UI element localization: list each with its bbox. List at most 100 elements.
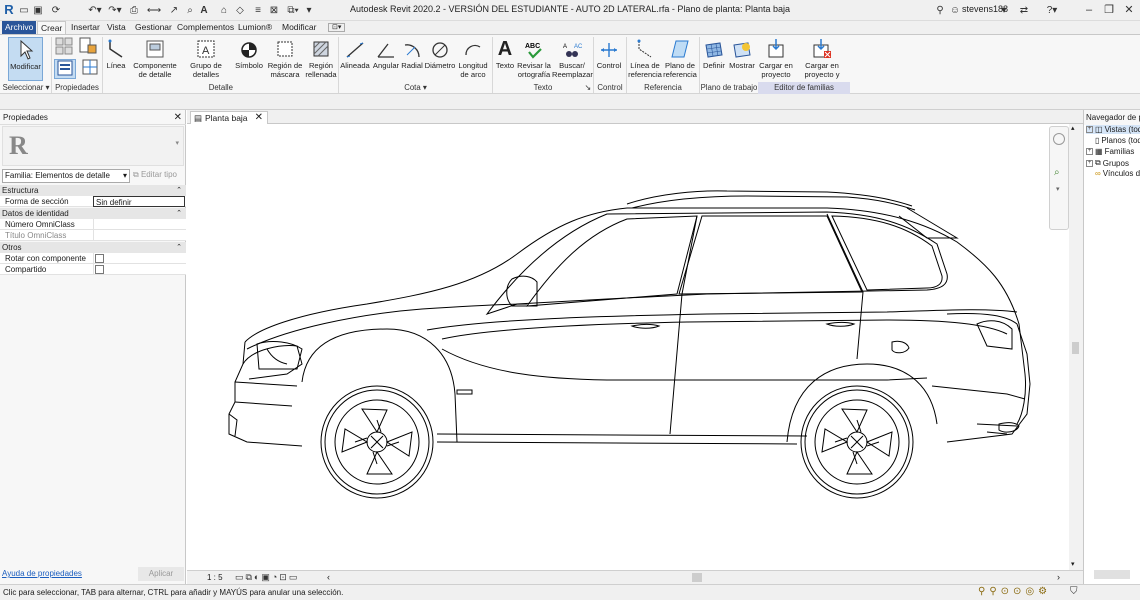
scroll-right-icon[interactable]: › (1057, 572, 1060, 582)
property-row[interactable]: Número OmniClass (0, 219, 186, 230)
type-properties-icon[interactable] (80, 59, 100, 79)
help-icon[interactable]: ?▾ (1044, 3, 1060, 18)
close-button[interactable]: ✕ (1120, 2, 1138, 18)
close-icon[interactable]: ✕ (174, 110, 182, 125)
close-icon[interactable]: ✕ (255, 112, 263, 124)
horizontal-scroll-thumb[interactable] (692, 573, 702, 582)
selection-filter-icons[interactable]: ⚲⚲⊙⊙◎⚙ (978, 586, 1051, 597)
expand-icon[interactable]: + (1086, 159, 1093, 167)
spelling-button[interactable]: ABC Revisar la ortografía (516, 37, 552, 79)
binoculars-icon[interactable]: ⚲ (934, 3, 946, 18)
browser-item-links[interactable]: ∞Vínculos de Revit (1095, 169, 1140, 178)
apply-button[interactable]: Aplicar (138, 567, 184, 581)
steering-wheel-icon[interactable] (1053, 133, 1065, 145)
tab-complementos[interactable]: Complementos (174, 21, 237, 34)
angular-dimension-button[interactable]: Angular (372, 37, 400, 70)
reference-plane-button[interactable]: Plano de referencia (662, 37, 698, 79)
scroll-thumb[interactable] (1072, 342, 1079, 354)
diameter-dimension-button[interactable]: Diámetro (424, 37, 456, 70)
scroll-left-icon[interactable]: ‹ (327, 572, 330, 582)
tab-gestionar[interactable]: Gestionar (132, 21, 175, 34)
family-types-icon[interactable] (54, 37, 74, 57)
3d-view-icon[interactable]: ⌂ (218, 3, 230, 18)
set-workplane-button[interactable]: Definir (702, 37, 726, 70)
line-button[interactable]: Línea (104, 37, 128, 70)
radial-dimension-button[interactable]: Radial (401, 37, 423, 70)
text-icon[interactable]: A (198, 3, 210, 18)
filled-region-button[interactable]: Región rellenada (304, 37, 338, 79)
property-row[interactable]: Forma de sección Sin definir (0, 196, 186, 207)
chevron-down-icon[interactable]: ▾ (175, 139, 179, 147)
arc-length-dimension-button[interactable]: Longitud de arco (456, 37, 490, 79)
section-icon[interactable]: ◇ (234, 3, 246, 18)
text-button[interactable]: A Texto (494, 37, 516, 70)
tab-lumion[interactable]: Lumion® (235, 21, 275, 34)
panel-seleccionar[interactable]: Seleccionar ▾ (2, 82, 50, 94)
tag-icon[interactable]: ⌕ (184, 3, 196, 18)
print-icon[interactable]: ⎙ (128, 3, 140, 18)
save-icon[interactable]: ▣ (32, 3, 44, 18)
vertical-scrollbar[interactable]: ▴ ▾ (1069, 124, 1083, 570)
panel-texto[interactable]: Texto ↘ (493, 82, 593, 94)
tab-vista[interactable]: Vista (104, 21, 129, 34)
zoom-icon[interactable]: ⌕ (1054, 167, 1060, 178)
reference-line-button[interactable]: Línea de referencia (628, 37, 662, 79)
detail-group-button[interactable]: A Grupo de detalles (186, 37, 226, 79)
section-datos-identidad[interactable]: Datos de identidad ⌃ (0, 208, 186, 219)
expand-icon[interactable]: + (1086, 126, 1093, 133)
switch-windows-icon[interactable]: ⧉▾ (284, 3, 302, 18)
tab-planta-baja[interactable]: ▤ Planta baja ✕ (190, 111, 268, 124)
filter-icon[interactable]: ⛉ (1070, 586, 1078, 597)
masking-region-button[interactable]: Región de máscara (266, 37, 304, 79)
browser-item-families[interactable]: + ▦ Familias (1086, 147, 1134, 156)
aligned-dimension-button[interactable]: Alineada (340, 37, 370, 70)
symbol-button[interactable]: Símbolo (232, 37, 266, 70)
ribbon-toggle-icon[interactable]: ⊡▾ (328, 23, 346, 32)
maximize-button[interactable]: ❐ (1100, 2, 1118, 18)
tab-insertar[interactable]: Insertar (68, 21, 103, 34)
detail-component-button[interactable]: Componente de detalle (128, 37, 182, 79)
load-and-close-button[interactable]: Cargar en proyecto y cerrar (794, 37, 850, 88)
section-estructura[interactable]: Estructura ⌃ (0, 185, 186, 196)
section-shape-field[interactable]: Sin definir (93, 196, 185, 207)
revit-logo-icon[interactable]: R (2, 2, 16, 18)
property-row[interactable]: Compartido (0, 264, 186, 275)
user-chevron-icon[interactable]: ▾ (1000, 3, 1008, 18)
omniclass-number-field[interactable] (93, 219, 185, 230)
browser-scrollbar[interactable] (1094, 570, 1130, 579)
shared-checkbox[interactable] (95, 265, 104, 274)
close-hidden-icon[interactable]: ⊠ (268, 3, 280, 18)
rotate-with-component-checkbox[interactable] (95, 254, 104, 263)
customize-qa-icon[interactable]: ▾ (304, 3, 314, 18)
dimension-icon[interactable]: ↗ (168, 3, 180, 18)
sync-icon[interactable]: ⟳ (50, 3, 62, 18)
family-category-icon[interactable] (78, 37, 98, 57)
browser-item-sheets[interactable]: ▯Planos (todos) (1095, 136, 1140, 145)
property-row[interactable]: Título OmniClass (0, 230, 186, 241)
browser-item-views[interactable]: +◫Vistas (todas) (1086, 125, 1140, 134)
drawing-canvas[interactable] (187, 124, 1069, 570)
chevron-down-icon[interactable]: ▾ (1056, 185, 1060, 193)
tab-modificar[interactable]: Modificar (279, 21, 319, 34)
scroll-up-icon[interactable]: ▴ (1071, 124, 1075, 132)
scroll-down-icon[interactable]: ▾ (1071, 560, 1075, 568)
view-scale[interactable]: 1 : 5 (207, 573, 223, 582)
undo-icon[interactable]: ↶▾ (86, 3, 104, 18)
navigation-bar[interactable]: ⌕ ▾ (1049, 126, 1069, 230)
type-selector[interactable]: R ▾ (2, 126, 184, 166)
find-replace-button[interactable]: A AC Buscar/ Reemplazar (552, 37, 593, 79)
measure-icon[interactable]: ⟷ (147, 3, 161, 18)
properties-toggle-icon[interactable] (54, 59, 76, 79)
control-button[interactable]: Control (594, 37, 624, 70)
tab-crear[interactable]: Crear (37, 21, 67, 35)
exchange-apps-icon[interactable]: ⇄ (1018, 3, 1030, 18)
thin-lines-icon[interactable]: ≡ (252, 3, 264, 18)
panel-cota[interactable]: Cota ▾ (339, 82, 492, 94)
expand-icon[interactable]: + (1086, 148, 1093, 155)
redo-icon[interactable]: ↷▾ (106, 3, 124, 18)
modify-button[interactable]: Modificar (8, 37, 43, 81)
load-into-project-button[interactable]: Cargar en proyecto (758, 37, 794, 79)
tab-archivo[interactable]: Archivo (2, 21, 37, 34)
family-filter-select[interactable]: Familia: Elementos de detalle ▾ (2, 169, 130, 183)
minimize-button[interactable]: – (1080, 2, 1098, 18)
